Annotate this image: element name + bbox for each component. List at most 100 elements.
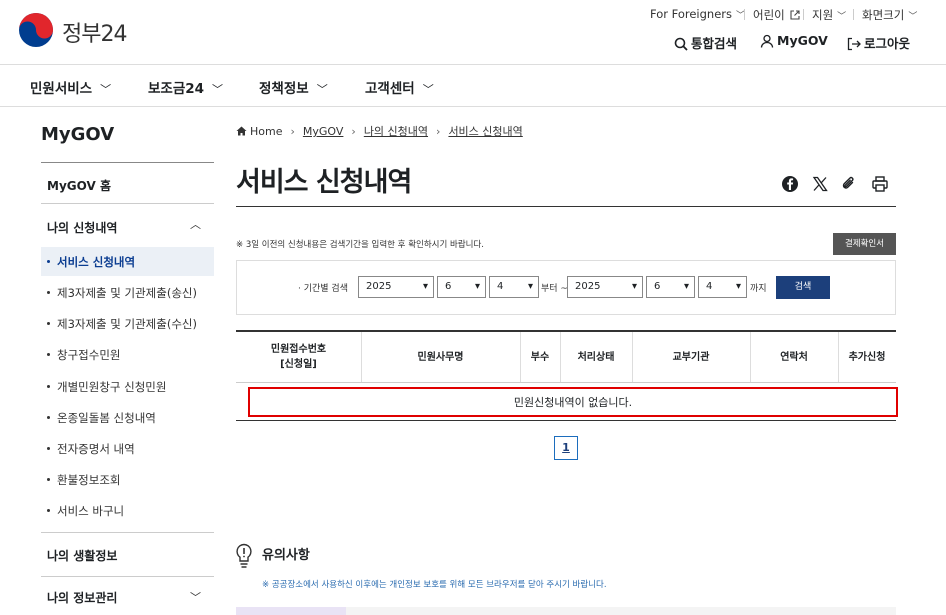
logout-button[interactable]: 로그아웃 <box>847 33 910 52</box>
chevron-down-icon[interactable]: ﹀ <box>190 589 201 605</box>
breadcrumb-current[interactable]: 서비스 신청내역 <box>448 125 522 138</box>
sidebar-item-label: 서비스 신청내역 <box>57 255 136 269</box>
search-button[interactable]: 통합검색 <box>674 33 737 52</box>
sidebar-item-third-party-received[interactable]: 제3자제출 및 기관제출(수신) <box>47 316 197 332</box>
bullet-icon <box>47 260 50 263</box>
select-value: 2025 <box>575 281 601 292</box>
chevron-right-icon: › <box>290 125 295 138</box>
bullet-icon <box>47 416 50 419</box>
sidebar-item-individual-counter[interactable]: 개별민원창구 신청민원 <box>47 379 166 395</box>
sidebar-item-basket[interactable]: 서비스 바구니 <box>47 503 124 519</box>
sidebar-item-label: 환불정보조회 <box>57 473 121 487</box>
from-month-select[interactable]: 6 ▾ <box>437 276 486 298</box>
sidebar-section-my-info[interactable]: 나의 정보관리 <box>47 589 117 606</box>
gnb-label: 보조금24 <box>148 81 205 97</box>
select-value: 2025 <box>366 281 392 292</box>
sidebar-item-label: 개별민원창구 신청민원 <box>57 380 167 394</box>
divider <box>853 9 854 20</box>
breadcrumb-mygov[interactable]: MyGOV <box>303 125 344 138</box>
column-header-receipt-no: 민원접수번호 [신청일] <box>270 344 327 370</box>
kids-label: 어린이 <box>753 8 785 22</box>
breadcrumb-applications[interactable]: 나의 신청내역 <box>364 125 428 138</box>
divider <box>236 420 896 421</box>
chevron-down-icon: ﹀ <box>100 83 112 96</box>
gnb-item-civil[interactable]: 민원서비스 ﹀ <box>30 77 111 97</box>
divider <box>0 64 946 65</box>
column-header-additional: 추가신청 <box>848 351 886 363</box>
to-month-select[interactable]: 6 ▾ <box>646 276 695 298</box>
sidebar-item-counter[interactable]: 창구접수민원 <box>47 347 120 363</box>
kids-link[interactable]: 어린이 <box>753 7 800 23</box>
gnb-item-policy[interactable]: 정책정보 ﹀ <box>259 77 328 97</box>
to-day-select[interactable]: 4 ▾ <box>698 276 747 298</box>
chevron-down-icon: ▾ <box>683 281 689 292</box>
sidebar-item-childcare[interactable]: 온종일돌봄 신청내역 <box>47 410 156 426</box>
notice-text: ※ 3일 이전의 신청내용은 검색기간을 입력한 후 확인하시기 바랍니다. <box>236 240 484 250</box>
from-year-select[interactable]: 2025 ▾ <box>358 276 434 298</box>
divider <box>41 162 214 163</box>
chevron-down-icon: ﹀ <box>422 83 434 96</box>
chevron-down-icon: ▾ <box>631 281 637 292</box>
period-search-button[interactable]: 검색 <box>776 276 830 299</box>
sidebar-item-e-certificate[interactable]: 전자증명서 내역 <box>47 441 135 457</box>
info-content-block <box>346 607 896 615</box>
logout-icon <box>847 37 861 51</box>
for-foreigners-menu[interactable]: For Foreigners ﹀ <box>650 7 745 21</box>
gnb-label: 정책정보 <box>259 81 309 97</box>
sidebar-section-life-info[interactable]: 나의 생활정보 <box>47 547 117 564</box>
search-icon <box>674 37 688 51</box>
attachment-link-icon[interactable] <box>840 175 858 193</box>
x-twitter-icon[interactable] <box>811 175 829 193</box>
chevron-down-icon: ﹀ <box>837 12 847 22</box>
sidebar-item-label: 제3자제출 및 기관제출(송신) <box>57 286 197 300</box>
breadcrumb-home[interactable]: Home <box>250 125 282 138</box>
sidebar-item-refund[interactable]: 환불정보조회 <box>47 472 120 488</box>
sidebar-item-third-party-sent[interactable]: 제3자제출 및 기관제출(송신) <box>47 285 197 301</box>
page-title: 서비스 신청내역 <box>236 167 412 198</box>
to-year-select[interactable]: 2025 ▾ <box>567 276 643 298</box>
bullet-icon <box>47 353 50 356</box>
from-day-select[interactable]: 4 ▾ <box>489 276 539 298</box>
support-menu[interactable]: 지원 ﹀ <box>812 7 846 23</box>
print-icon[interactable] <box>871 175 889 193</box>
external-link-icon <box>790 10 800 20</box>
sidebar-item-service-applications[interactable]: 서비스 신청내역 <box>47 254 135 270</box>
search-button-label: 통합검색 <box>691 36 738 51</box>
lightbulb-icon <box>235 543 253 573</box>
chevron-up-icon[interactable]: ︿ <box>190 216 201 232</box>
gnb-item-support[interactable]: 고객센터 ﹀ <box>365 77 434 97</box>
sidebar-title: MyGOV <box>41 124 115 145</box>
gnb-item-subsidy[interactable]: 보조금24 ﹀ <box>148 77 223 97</box>
select-value: 4 <box>706 281 713 292</box>
chevron-down-icon: ▾ <box>422 281 428 292</box>
from-suffix: 부터 ~ <box>541 284 568 294</box>
gnb-label: 민원서비스 <box>30 81 93 97</box>
sidebar-item-label: 전자증명서 내역 <box>57 442 135 456</box>
sidebar-item-home[interactable]: MyGOV 홈 <box>47 177 111 194</box>
support-label: 지원 <box>812 8 834 22</box>
bullet-icon <box>47 447 50 450</box>
caution-text: ※ 공공장소에서 사용하신 이후에는 개인정보 보호를 위해 모든 브라우저를 … <box>262 580 607 590</box>
bullet-icon <box>47 322 50 325</box>
column-header-service-name: 민원사무명 <box>417 351 464 363</box>
bullet-icon <box>47 385 50 388</box>
payment-confirmation-button[interactable]: 결제확인서 <box>833 233 896 255</box>
chevron-down-icon: ﹀ <box>908 12 918 22</box>
divider <box>41 203 214 204</box>
facebook-icon[interactable] <box>781 175 799 193</box>
gnb-label: 고객센터 <box>365 81 415 97</box>
chevron-down-icon: ▾ <box>527 281 533 292</box>
zoom-menu[interactable]: 화면크기 ﹀ <box>862 7 917 23</box>
gov24-logo-icon[interactable] <box>18 12 54 48</box>
divider <box>41 576 214 577</box>
logo-text[interactable]: 정부24 <box>62 16 127 48</box>
breadcrumb: Home › MyGOV › 나의 신청내역 › 서비스 신청내역 <box>236 123 523 139</box>
pagination-page-1[interactable]: 1 <box>554 436 578 460</box>
divider <box>0 106 946 107</box>
sidebar-section-applications[interactable]: 나의 신청내역 <box>47 219 117 236</box>
mygov-button[interactable]: MyGOV <box>760 33 828 48</box>
period-search-label: · 기간별 검색 <box>298 284 348 294</box>
sidebar-item-label: 창구접수민원 <box>57 348 121 362</box>
divider <box>41 532 214 533</box>
empty-table-message: 민원신청내역이 없습니다. <box>248 387 898 417</box>
